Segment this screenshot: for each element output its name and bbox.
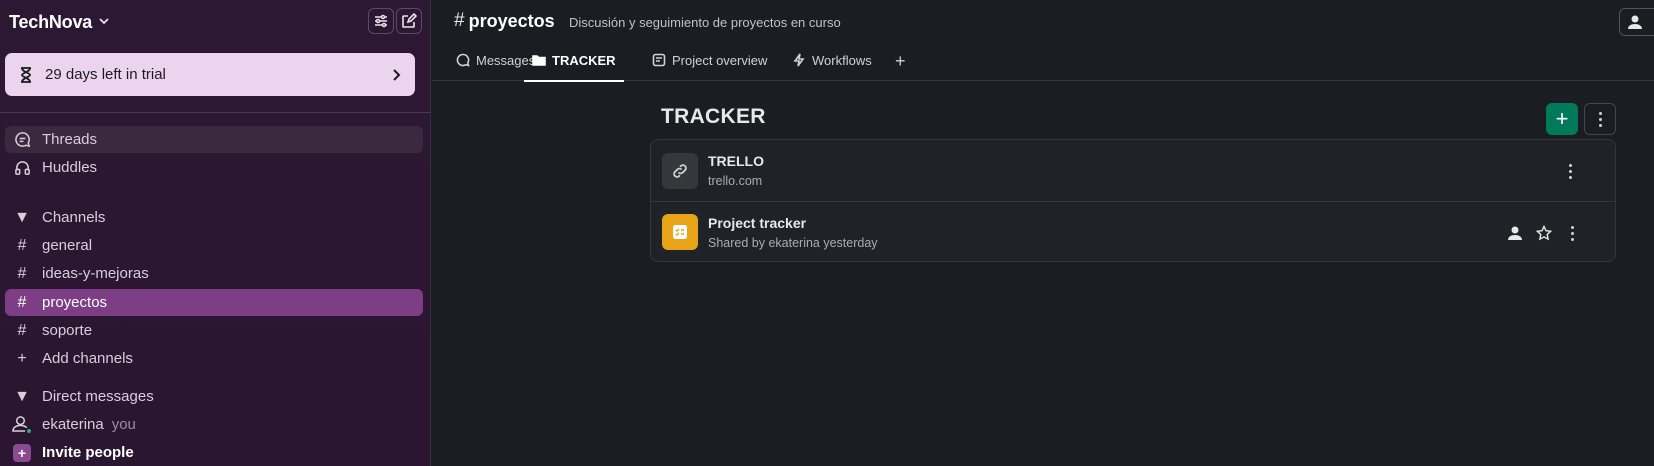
- channel-title[interactable]: # proyectos: [454, 10, 555, 32]
- sidebar-item-proyectos[interactable]: # proyectos: [5, 289, 423, 316]
- hourglass-icon: [17, 66, 35, 84]
- presence-indicator: [25, 426, 33, 435]
- plus-icon: +: [17, 349, 27, 367]
- sidebar-item-label: Threads: [42, 131, 98, 148]
- channel-label: proyectos: [42, 294, 108, 311]
- headphones-icon: [12, 158, 32, 178]
- invite-icon: +: [12, 443, 32, 463]
- tab-label: TRACKER: [552, 53, 616, 68]
- hash-icon: #: [17, 264, 27, 282]
- tab-workflows[interactable]: Workflows: [792, 53, 872, 81]
- channel-name: proyectos: [468, 10, 555, 31]
- channel-label: general: [42, 237, 93, 254]
- sidebar-item-threads[interactable]: Threads: [5, 126, 423, 153]
- workspace-switcher[interactable]: TechNova: [9, 9, 110, 35]
- channel-label: soporte: [42, 322, 93, 339]
- tracker-list: TRELLO trello.com Project tracker Shared…: [650, 139, 1616, 262]
- channel-label: ideas-y-mejoras: [42, 265, 149, 282]
- hash-icon: #: [454, 10, 465, 31]
- compose-icon: [402, 13, 417, 28]
- sidebar-item-soporte[interactable]: # soporte: [5, 317, 423, 344]
- plus-icon: +: [895, 51, 906, 71]
- list-item-subtitle: Shared by ekaterina yesterday: [708, 235, 878, 250]
- add-channels-button[interactable]: + Add channels: [5, 345, 423, 372]
- more-vertical-icon: [1568, 163, 1572, 179]
- sidebar-item-label: Huddles: [42, 159, 98, 176]
- threads-icon: [12, 130, 32, 150]
- list-item-text: Project tracker Shared by ekaterina yest…: [708, 215, 878, 250]
- avatar: [12, 415, 33, 435]
- chevron-down-icon: [98, 15, 110, 30]
- hash-icon: #: [17, 236, 27, 254]
- dm-header-label: Direct messages: [42, 388, 154, 405]
- workspace-name: TechNova: [9, 11, 93, 32]
- caret-down-icon: ▼: [14, 208, 30, 226]
- star-icon: [1536, 225, 1552, 241]
- sidebar-item-ideas-y-mejoras[interactable]: # ideas-y-mejoras: [5, 260, 423, 287]
- more-vertical-icon: [1598, 111, 1602, 127]
- list-item-text: TRELLO trello.com: [708, 153, 764, 188]
- list-item-subtitle: trello.com: [708, 174, 763, 188]
- canvas-icon: [652, 53, 668, 69]
- more-options-button[interactable]: [1584, 103, 1616, 135]
- tab-tracker[interactable]: TRACKER: [524, 53, 624, 82]
- list-item-title: Project tracker: [708, 214, 807, 231]
- list-icon: [662, 214, 698, 250]
- link-icon: [662, 152, 698, 189]
- list-item[interactable]: TRELLO trello.com: [651, 140, 1615, 201]
- sidebar: TechNova 29 days left in trial Threads H…: [0, 0, 431, 466]
- invite-label: Invite people: [42, 444, 134, 461]
- sidebar-divider: [0, 112, 430, 113]
- channel-header: # proyectos Discusión y seguimiento de p…: [432, 0, 1654, 44]
- channel-topic[interactable]: Discusión y seguimiento de proyectos en …: [569, 15, 841, 30]
- add-bookmark-button[interactable]: +: [1546, 103, 1578, 135]
- dm-user-label: ekaterina: [42, 416, 104, 433]
- page-title: TRACKER: [661, 105, 766, 128]
- share-button[interactable]: [1506, 224, 1524, 242]
- you-label: you: [111, 416, 136, 433]
- sliders-icon: [375, 14, 387, 28]
- caret-down-icon: ▼: [14, 387, 30, 405]
- tab-label: Workflows: [812, 53, 872, 68]
- sidebar-item-huddles[interactable]: Huddles: [5, 154, 423, 181]
- hash-icon: #: [17, 293, 27, 311]
- main-content: # proyectos Discusión y seguimiento de p…: [432, 0, 1654, 466]
- plus-icon: +: [1555, 106, 1569, 131]
- trial-banner[interactable]: 29 days left in trial: [5, 53, 415, 96]
- channels-section-header[interactable]: ▼ Channels: [5, 204, 423, 231]
- invite-people-button[interactable]: + Invite people: [5, 439, 423, 466]
- list-item[interactable]: Project tracker Shared by ekaterina yest…: [651, 201, 1615, 262]
- user-icon: [1628, 15, 1642, 29]
- dm-section-header[interactable]: ▼ Direct messages: [5, 383, 423, 410]
- user-icon: [1508, 226, 1522, 240]
- channel-tabs: Messages TRACKER Project overview Workfl…: [432, 47, 1654, 82]
- sidebar-item-dm-ekaterina[interactable]: ekaterina you: [5, 411, 423, 438]
- channels-header-label: Channels: [42, 209, 106, 226]
- item-more-button[interactable]: [1563, 224, 1581, 242]
- hash-icon: #: [17, 321, 27, 339]
- message-icon: [456, 53, 472, 69]
- filter-settings-button[interactable]: [368, 8, 394, 34]
- chevron-right-icon: [389, 68, 403, 82]
- compose-button[interactable]: [396, 8, 422, 34]
- folder-icon: [532, 53, 548, 69]
- more-vertical-icon: [1570, 225, 1574, 241]
- sidebar-item-general[interactable]: # general: [5, 232, 423, 259]
- item-more-button[interactable]: [1561, 162, 1579, 180]
- tab-label: Project overview: [672, 53, 768, 68]
- add-tab-button[interactable]: +: [895, 51, 906, 72]
- trial-label: 29 days left in trial: [45, 66, 166, 83]
- list-item-title: TRELLO: [708, 153, 764, 169]
- star-button[interactable]: [1535, 224, 1553, 242]
- members-button[interactable]: [1619, 8, 1654, 36]
- tab-project-overview[interactable]: Project overview: [652, 53, 767, 81]
- lightning-icon: [792, 53, 808, 69]
- add-channels-label: Add channels: [42, 350, 133, 367]
